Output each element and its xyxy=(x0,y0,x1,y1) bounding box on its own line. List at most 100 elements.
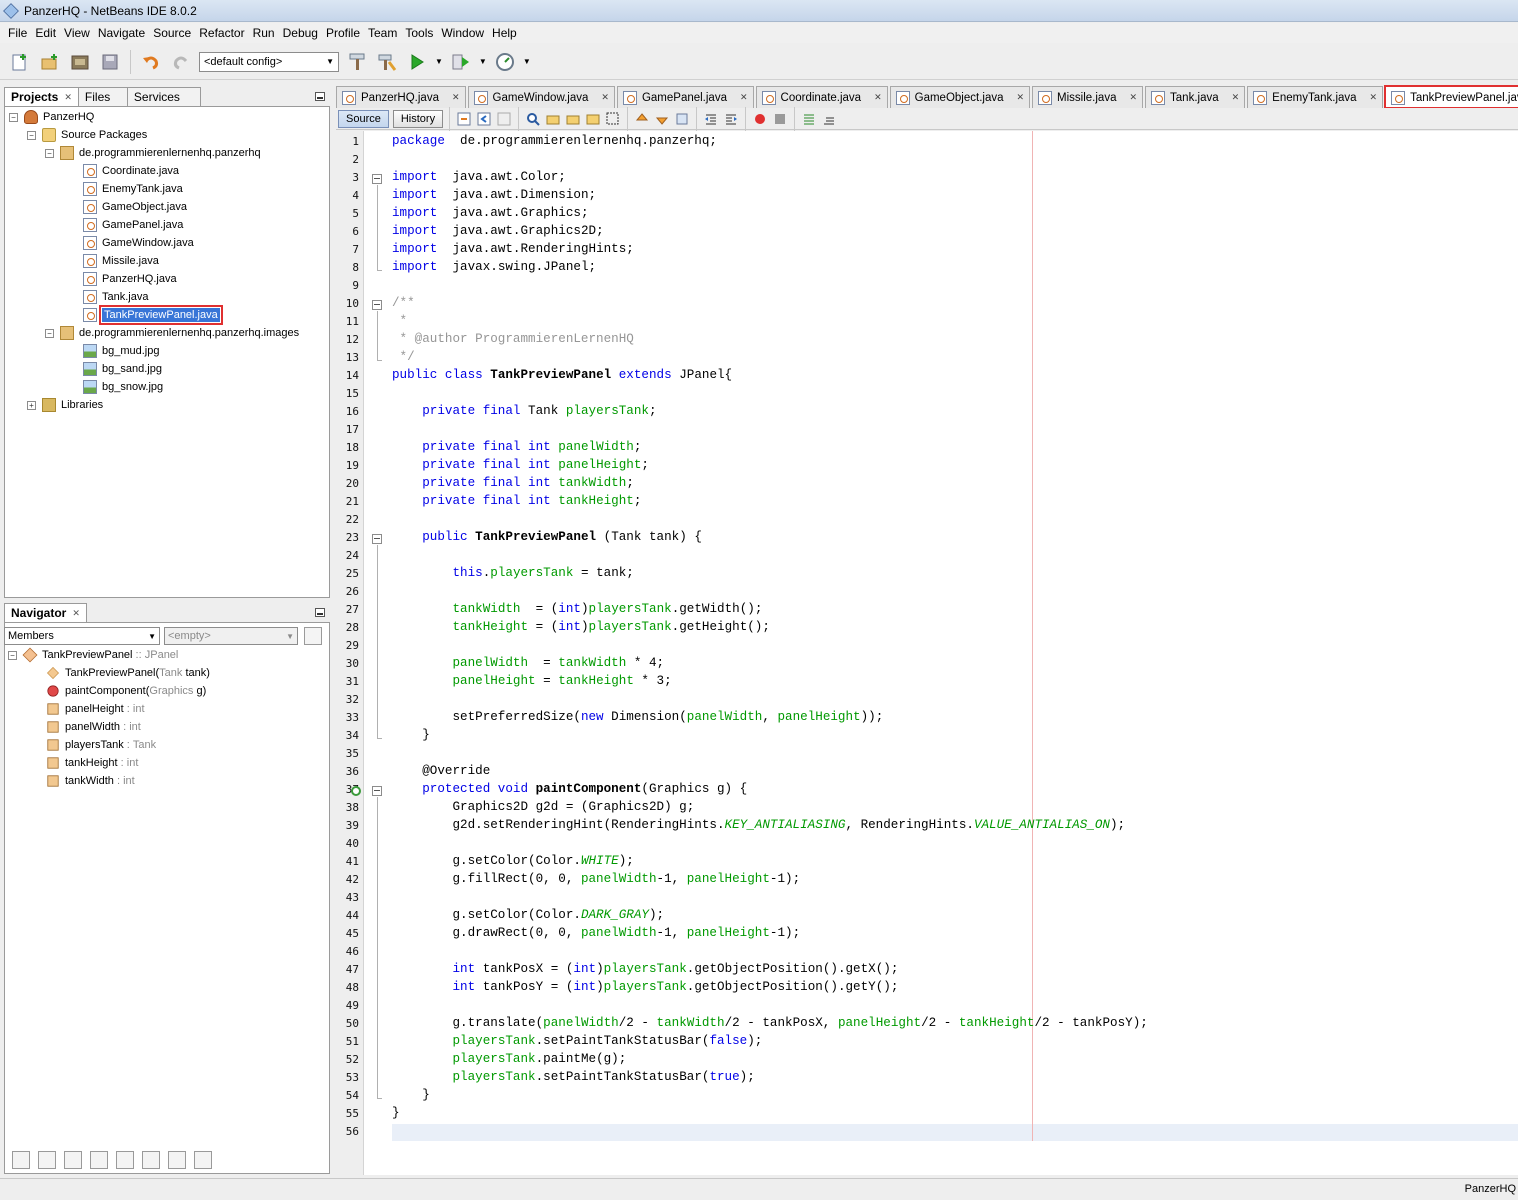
editor-tab[interactable]: Tank.java ✕ xyxy=(1145,86,1246,108)
tree-node-source-packages[interactable]: − Source Packages xyxy=(27,126,147,144)
source-button[interactable]: Source xyxy=(338,109,389,128)
navigator-member[interactable]: playersTank : Tank xyxy=(46,736,156,754)
rect-select-icon[interactable] xyxy=(605,111,621,127)
tab-services[interactable]: Services xyxy=(126,87,201,107)
navigator-settings-icon[interactable] xyxy=(304,627,322,645)
minimize-icon[interactable] xyxy=(315,92,325,101)
members-dropdown[interactable]: Members ▼ xyxy=(4,627,160,645)
close-icon[interactable]: ✕ xyxy=(1017,92,1025,103)
menu-profile[interactable]: Profile xyxy=(322,23,364,43)
filter-nonpublic-icon[interactable] xyxy=(90,1151,108,1169)
redo-icon[interactable] xyxy=(169,50,193,74)
fold-toggle-icon[interactable] xyxy=(372,786,382,796)
history-button[interactable]: History xyxy=(392,109,444,128)
close-icon[interactable]: ✕ xyxy=(740,92,748,103)
undo-icon[interactable] xyxy=(139,50,163,74)
editor-tab[interactable]: PanzerHQ.java ✕ xyxy=(336,86,466,108)
profile-icon[interactable] xyxy=(493,50,517,74)
last-edit-icon[interactable] xyxy=(456,111,472,127)
collapse-icon[interactable]: − xyxy=(9,112,18,122)
tree-image-item[interactable]: bg_snow.jpg xyxy=(83,378,163,396)
collapse-icon[interactable]: − xyxy=(27,130,36,140)
close-icon[interactable]: ✕ xyxy=(601,92,609,103)
debug-icon[interactable] xyxy=(449,50,473,74)
filter-fields-icon[interactable] xyxy=(38,1151,56,1169)
navigator-member[interactable]: tankWidth : int xyxy=(46,772,135,790)
back-icon[interactable] xyxy=(476,111,492,127)
editor-tab[interactable]: EnemyTank.java ✕ xyxy=(1247,86,1384,108)
navigator-member[interactable]: tankHeight : int xyxy=(46,754,138,772)
clean-build-icon[interactable] xyxy=(375,50,399,74)
save-all-icon[interactable] xyxy=(98,50,122,74)
forward-icon[interactable] xyxy=(496,111,512,127)
expand-icon[interactable]: + xyxy=(27,400,36,410)
build-icon[interactable] xyxy=(345,50,369,74)
sort-by-name-icon[interactable] xyxy=(142,1151,160,1169)
empty-dropdown[interactable]: <empty> ▼ xyxy=(164,627,298,645)
tree-file-item[interactable]: TankPreviewPanel.java xyxy=(83,305,223,325)
close-icon[interactable]: ✕ xyxy=(1232,92,1240,103)
collapse-icon[interactable]: − xyxy=(8,650,17,660)
close-icon[interactable]: ✕ xyxy=(64,88,72,107)
toggle-bookmark-icon[interactable] xyxy=(674,111,690,127)
close-icon[interactable]: ✕ xyxy=(452,92,460,103)
tree-image-item[interactable]: bg_mud.jpg xyxy=(83,342,160,360)
fold-toggle-icon[interactable] xyxy=(372,300,382,310)
minimize-icon[interactable] xyxy=(315,608,325,617)
tree-file-item[interactable]: Missile.java xyxy=(83,252,159,270)
navigator-member[interactable]: paintComponent(Graphics g) xyxy=(46,682,206,700)
new-file-icon[interactable] xyxy=(8,50,32,74)
tree-node-libraries[interactable]: + Libraries xyxy=(27,396,103,414)
navigator-member[interactable]: panelHeight : int xyxy=(46,700,145,718)
navigator-member[interactable]: panelWidth : int xyxy=(46,718,141,736)
override-marker-icon[interactable] xyxy=(351,786,361,796)
tree-file-item[interactable]: Tank.java xyxy=(83,288,148,306)
profile-menu-chevron-icon[interactable]: ▼ xyxy=(523,57,531,66)
find-next-icon[interactable] xyxy=(565,111,581,127)
editor-tab[interactable]: GamePanel.java ✕ xyxy=(616,86,754,108)
tab-files[interactable]: Files xyxy=(77,87,128,107)
menu-edit[interactable]: Edit xyxy=(31,23,60,43)
tree-file-item[interactable]: Coordinate.java xyxy=(83,162,179,180)
collapse-icon[interactable]: − xyxy=(45,148,54,158)
find-previous-icon[interactable] xyxy=(545,111,561,127)
tree-image-item[interactable]: bg_sand.jpg xyxy=(83,360,162,378)
shift-right-icon[interactable] xyxy=(723,111,739,127)
editor-tab[interactable]: GameObject.java ✕ xyxy=(889,86,1031,108)
tree-file-item[interactable]: GameObject.java xyxy=(83,198,187,216)
menu-team[interactable]: Team xyxy=(364,23,401,43)
menu-run[interactable]: Run xyxy=(249,23,279,43)
close-icon[interactable]: ✕ xyxy=(72,604,80,623)
find-icon[interactable] xyxy=(525,111,541,127)
menu-file[interactable]: File xyxy=(4,23,31,43)
next-bookmark-icon[interactable] xyxy=(654,111,670,127)
menu-debug[interactable]: Debug xyxy=(279,23,322,43)
sort-order-icon[interactable] xyxy=(194,1151,212,1169)
tree-file-item[interactable]: GamePanel.java xyxy=(83,216,183,234)
editor-tab[interactable]: Coordinate.java ✕ xyxy=(755,86,888,108)
filter-static-icon[interactable] xyxy=(64,1151,82,1169)
tab-projects[interactable]: Projects ✕ xyxy=(4,87,79,107)
menu-window[interactable]: Window xyxy=(437,23,488,43)
comment-icon[interactable] xyxy=(801,111,817,127)
menu-view[interactable]: View xyxy=(60,23,94,43)
tree-node-package[interactable]: − de.programmierenlernenhq.panzerhq xyxy=(45,144,261,162)
menu-help[interactable]: Help xyxy=(488,23,521,43)
shift-left-icon[interactable] xyxy=(703,111,719,127)
toggle-highlight-icon[interactable] xyxy=(585,111,601,127)
run-menu-chevron-icon[interactable]: ▼ xyxy=(435,57,443,66)
close-icon[interactable]: ✕ xyxy=(1129,92,1137,103)
fold-toggle-icon[interactable] xyxy=(372,534,382,544)
collapse-icon[interactable]: − xyxy=(45,328,54,338)
uncomment-icon[interactable] xyxy=(821,111,837,127)
editor-tab[interactable]: TankPreviewPanel.java✕ xyxy=(1384,85,1518,109)
editor-tab[interactable]: Missile.java ✕ xyxy=(1032,86,1144,108)
new-project-icon[interactable] xyxy=(38,50,62,74)
stop-macro-icon[interactable] xyxy=(772,111,788,127)
close-icon[interactable]: ✕ xyxy=(1370,92,1378,103)
editor-tab[interactable]: GameWindow.java ✕ xyxy=(467,86,615,108)
debug-menu-chevron-icon[interactable]: ▼ xyxy=(479,57,487,66)
open-project-icon[interactable] xyxy=(68,50,92,74)
sort-by-source-icon[interactable] xyxy=(168,1151,186,1169)
navigator-member[interactable]: TankPreviewPanel(Tank tank) xyxy=(46,664,210,682)
